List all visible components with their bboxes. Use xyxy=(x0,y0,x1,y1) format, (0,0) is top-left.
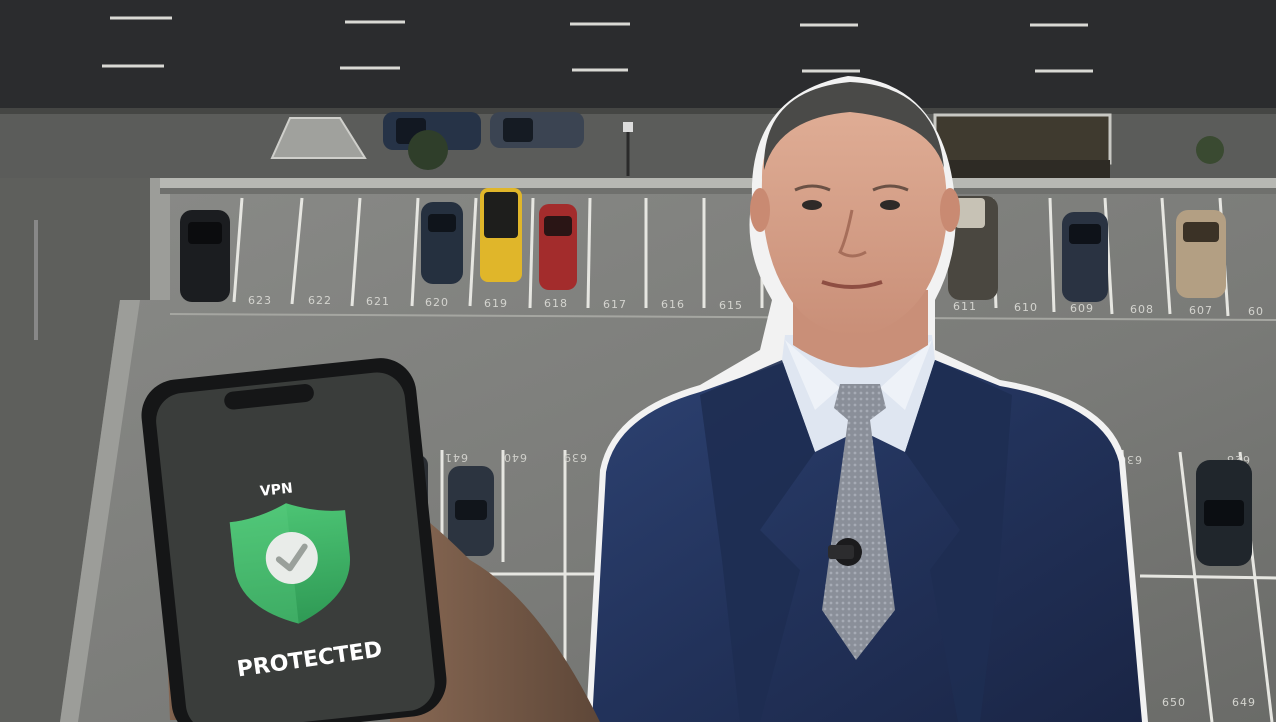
bay-number: 616 xyxy=(661,298,685,311)
bay-number: 610 xyxy=(1014,301,1038,314)
bay-number: 619 xyxy=(484,297,508,310)
smartphone: VPN PROTECTED xyxy=(141,358,447,722)
bay-number: 611 xyxy=(953,300,977,313)
bay-number: 622 xyxy=(308,294,332,307)
collage-image: 623 622 621 620 619 618 617 616 615 611 … xyxy=(0,0,1276,722)
collage-svg: 623 622 621 620 619 618 617 616 615 611 … xyxy=(0,0,1276,722)
bay-number: 650 xyxy=(1162,696,1186,709)
bay-number: 640 xyxy=(503,451,527,464)
road xyxy=(0,0,1276,120)
car-red xyxy=(539,204,577,290)
bay-number: 618 xyxy=(544,297,568,310)
bay-number: 609 xyxy=(1070,302,1094,315)
bay-number: 617 xyxy=(603,298,627,311)
car-navy-2 xyxy=(1062,212,1108,302)
bay-number: 641 xyxy=(444,451,468,464)
bay-number: 607 xyxy=(1189,304,1213,317)
car-dark xyxy=(180,210,230,302)
bay-number: 623 xyxy=(248,294,272,307)
bay-number: 649 xyxy=(1232,696,1256,709)
car-yellow xyxy=(480,188,522,282)
bay-number: 615 xyxy=(719,299,743,312)
bay-number: 639 xyxy=(563,451,587,464)
car-tan xyxy=(1176,210,1226,298)
bay-number: 620 xyxy=(425,296,449,309)
bay-number: 60 xyxy=(1248,305,1264,318)
bay-number: 608 xyxy=(1130,303,1154,316)
vpn-label: VPN xyxy=(259,480,293,499)
bay-number: 621 xyxy=(366,295,390,308)
car-navy xyxy=(421,202,463,284)
